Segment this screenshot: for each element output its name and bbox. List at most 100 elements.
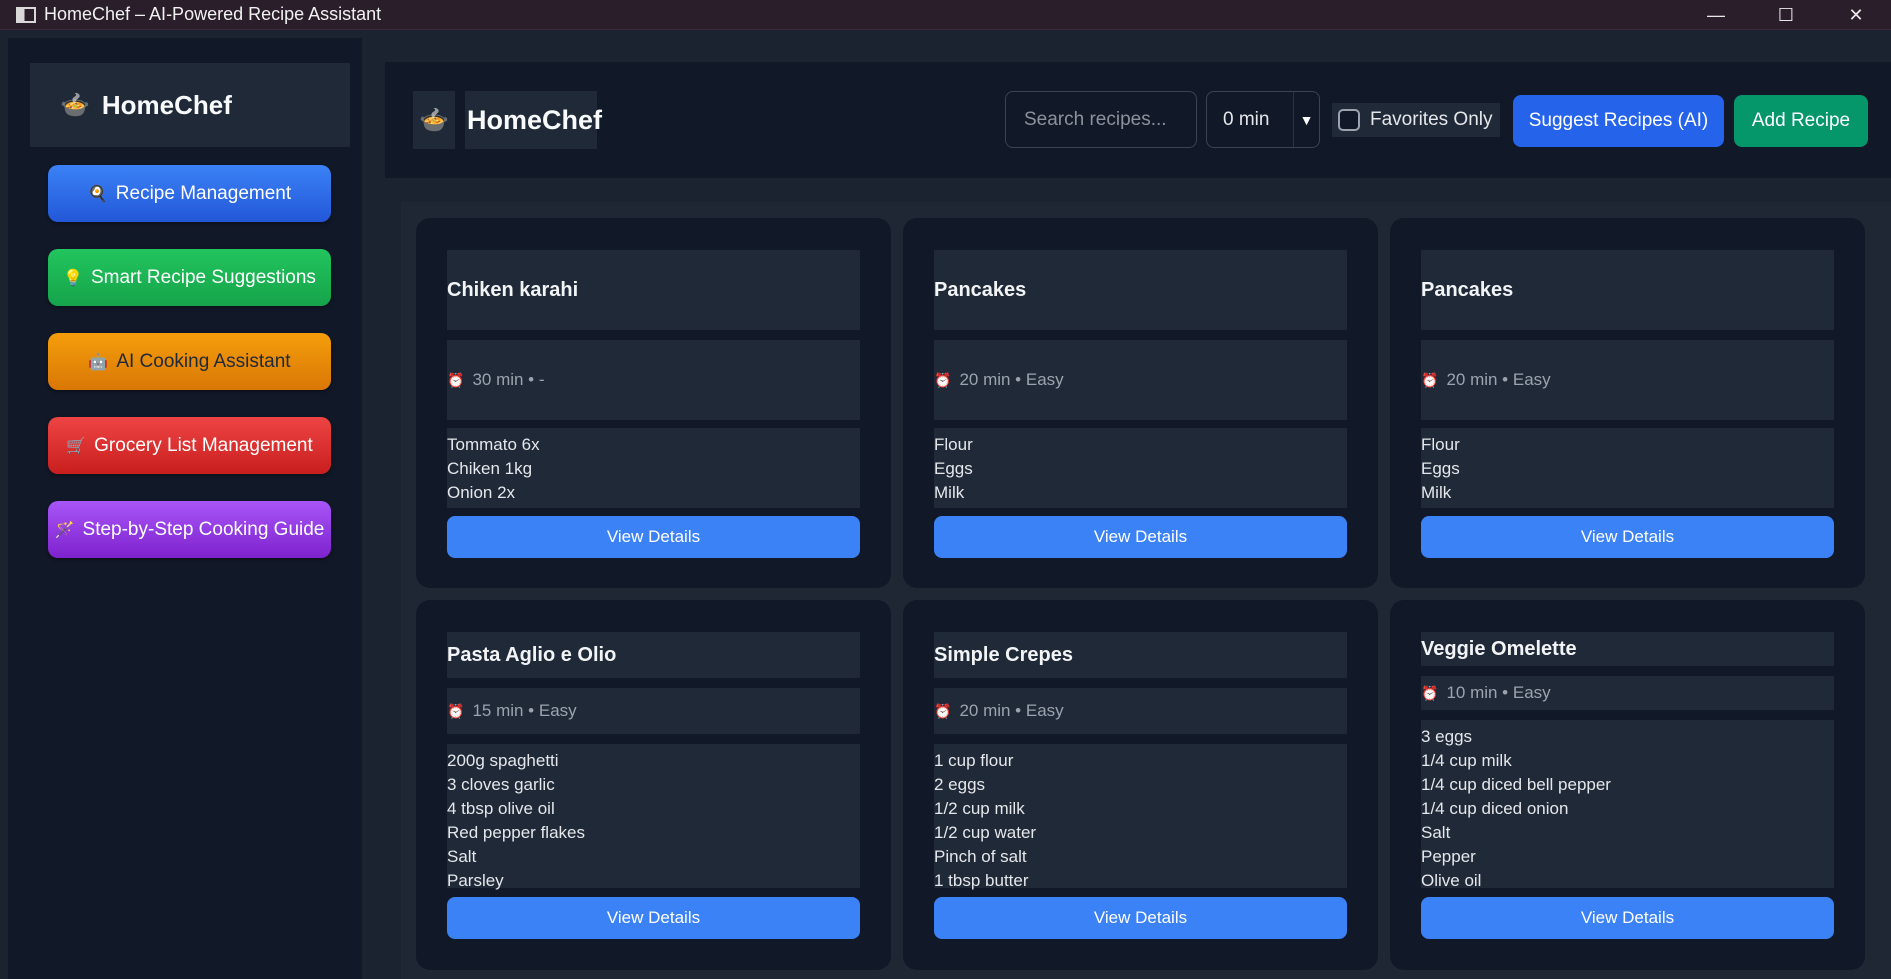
recipe-time-difficulty: 10 min • Easy (1446, 683, 1551, 702)
view-details-button[interactable]: View Details (934, 897, 1347, 939)
recipe-card: Pancakes ⏰ 20 min • Easy Flour Eggs Milk… (903, 218, 1378, 588)
recipe-ingredients: Flour Eggs Milk (934, 428, 1347, 508)
sidebar-item-smart-recipe-suggestions[interactable]: 💡 Smart Recipe Suggestions (48, 249, 331, 306)
recipe-time-difficulty: 30 min • - (472, 370, 545, 389)
recipe-ingredients: Flour Eggs Milk (1421, 428, 1834, 508)
sidebar-item-label: Smart Recipe Suggestions (90, 266, 316, 288)
ingredient-item: Pepper (1421, 847, 1476, 866)
recipe-card: Simple Crepes ⏰ 20 min • Easy 1 cup flou… (903, 600, 1378, 970)
recipe-title: Pancakes (1421, 250, 1834, 330)
ingredient-item: Onion 2x (447, 483, 516, 502)
recipe-meta: ⏰ 20 min • Easy (934, 340, 1347, 420)
suggest-recipes-button[interactable]: Suggest Recipes (AI) (1513, 95, 1724, 147)
wand-icon: 🪄 (54, 521, 75, 539)
recipe-time-difficulty: 15 min • Easy (472, 701, 577, 720)
recipe-grid: Chiken karahi ⏰ 30 min • - Tommato 6x Ch… (401, 202, 1891, 979)
sidebar-item-label: Grocery List Management (94, 434, 313, 456)
recipe-title: Pasta Aglio e Olio (447, 632, 860, 678)
ingredient-item: Eggs (934, 459, 973, 478)
view-details-button[interactable]: View Details (1421, 897, 1834, 939)
time-filter-select[interactable]: 0 min ▼ (1206, 91, 1320, 148)
ingredient-item: Pinch of salt (934, 847, 1027, 866)
recipe-title: Chiken karahi (447, 250, 860, 330)
alarm-clock-icon: ⏰ (447, 371, 465, 388)
ingredient-item: 1 tbsp butter (934, 871, 1029, 890)
app-icon (16, 6, 36, 23)
ingredient-item: Salt (447, 847, 477, 866)
favorites-label: Favorites Only (1370, 109, 1493, 130)
view-details-button[interactable]: View Details (1421, 516, 1834, 558)
recipe-card: Veggie Omelette ⏰ 10 min • Easy 3 eggs 1… (1390, 600, 1865, 970)
ingredient-item: Salt (1421, 823, 1451, 842)
sidebar-brand-name: HomeChef (101, 89, 232, 120)
recipe-time-difficulty: 20 min • Easy (959, 370, 1064, 389)
recipe-title: Simple Crepes (934, 632, 1347, 678)
recipe-ingredients: 1 cup flour 2 eggs 1/2 cup milk 1/2 cup … (934, 744, 1347, 890)
lightbulb-icon: 💡 (63, 269, 83, 287)
ingredient-item: Flour (934, 435, 973, 454)
title-bar: HomeChef – AI-Powered Recipe Assistant —… (0, 0, 1891, 30)
cart-icon: 🛒 (66, 437, 87, 455)
sidebar-item-ai-cooking-assistant[interactable]: 🤖 AI Cooking Assistant (48, 333, 331, 390)
recipe-meta: ⏰ 30 min • - (447, 340, 860, 420)
recipe-time-difficulty: 20 min • Easy (1446, 370, 1551, 389)
sidebar-item-label: Step-by-Step Cooking Guide (82, 518, 325, 540)
recipe-card: Chiken karahi ⏰ 30 min • - Tommato 6x Ch… (416, 218, 891, 588)
recipe-meta: ⏰ 20 min • Easy (1421, 340, 1834, 420)
recipe-time-difficulty: 20 min • Easy (959, 701, 1064, 720)
ingredient-item: Red pepper flakes (447, 823, 585, 842)
ingredient-item: Milk (1421, 483, 1452, 502)
window-controls: — ☐ ✕ (1681, 0, 1891, 30)
ingredient-item: 1 cup flour (934, 751, 1014, 770)
favorites-only-toggle[interactable]: Favorites Only (1332, 103, 1501, 137)
maximize-icon[interactable]: ☐ (1751, 0, 1821, 30)
robot-icon: 🤖 (88, 353, 109, 371)
sidebar-item-step-by-step-cooking-guide[interactable]: 🪄 Step-by-Step Cooking Guide (48, 501, 331, 558)
alarm-clock-icon: ⏰ (934, 371, 952, 388)
ingredient-item: 1/2 cup water (934, 823, 1037, 842)
close-icon[interactable]: ✕ (1821, 0, 1891, 30)
sidebar-brand: 🍲 HomeChef (30, 63, 350, 147)
recipe-meta: ⏰ 10 min • Easy (1421, 676, 1834, 710)
pot-icon: 🍲 (60, 91, 90, 119)
view-details-button[interactable]: View Details (447, 897, 860, 939)
add-recipe-button[interactable]: Add Recipe (1734, 95, 1868, 147)
sidebar-item-label: Recipe Management (115, 182, 292, 204)
alarm-clock-icon: ⏰ (1421, 684, 1439, 701)
ingredient-item: 3 eggs (1421, 727, 1473, 746)
view-details-button[interactable]: View Details (447, 516, 860, 558)
chevron-down-icon[interactable]: ▼ (1293, 92, 1319, 147)
ingredient-item: 3 cloves garlic (447, 775, 555, 794)
ingredient-item: Olive oil (1421, 871, 1482, 890)
ingredient-item: Milk (934, 483, 965, 502)
view-details-button[interactable]: View Details (934, 516, 1347, 558)
frying-pan-icon: 🍳 (87, 185, 108, 203)
recipe-ingredients: 3 eggs 1/4 cup milk 1/4 cup diced bell p… (1421, 720, 1834, 890)
alarm-clock-icon: ⏰ (1421, 371, 1439, 388)
time-filter-value: 0 min (1223, 108, 1270, 130)
favorites-checkbox[interactable] (1338, 109, 1360, 131)
window-title: HomeChef – AI-Powered Recipe Assistant (44, 4, 382, 24)
ingredient-item: 1/4 cup milk (1421, 751, 1512, 770)
sidebar: 🍲 HomeChef 🍳 Recipe Management 💡 Smart R… (8, 38, 362, 979)
ingredient-item: 1/4 cup diced bell pepper (1421, 775, 1611, 794)
search-input[interactable] (1005, 91, 1197, 148)
ingredient-item: Tommato 6x (447, 435, 540, 454)
ingredient-item: Chiken 1kg (447, 459, 533, 478)
recipe-meta: ⏰ 15 min • Easy (447, 688, 860, 734)
recipe-meta: ⏰ 20 min • Easy (934, 688, 1347, 734)
recipe-ingredients: 200g spaghetti 3 cloves garlic 4 tbsp ol… (447, 744, 860, 890)
sidebar-item-recipe-management[interactable]: 🍳 Recipe Management (48, 165, 331, 222)
page-title: HomeChef (465, 91, 602, 149)
recipe-title: Pancakes (934, 250, 1347, 330)
ingredient-item: 1/4 cup diced onion (1421, 799, 1569, 818)
header: 🍲 HomeChef 0 min ▼ Favorites Only Sugges… (385, 62, 1891, 178)
ingredient-item: Eggs (1421, 459, 1460, 478)
sidebar-item-label: AI Cooking Assistant (116, 350, 291, 372)
ingredient-item: 1/2 cup milk (934, 799, 1025, 818)
recipe-card: Pasta Aglio e Olio ⏰ 15 min • Easy 200g … (416, 600, 891, 970)
recipe-ingredients: Tommato 6x Chiken 1kg Onion 2x (447, 428, 860, 508)
sidebar-item-grocery-list-management[interactable]: 🛒 Grocery List Management (48, 417, 331, 474)
minimize-icon[interactable]: — (1681, 0, 1751, 30)
ingredient-item: Parsley (447, 871, 504, 890)
